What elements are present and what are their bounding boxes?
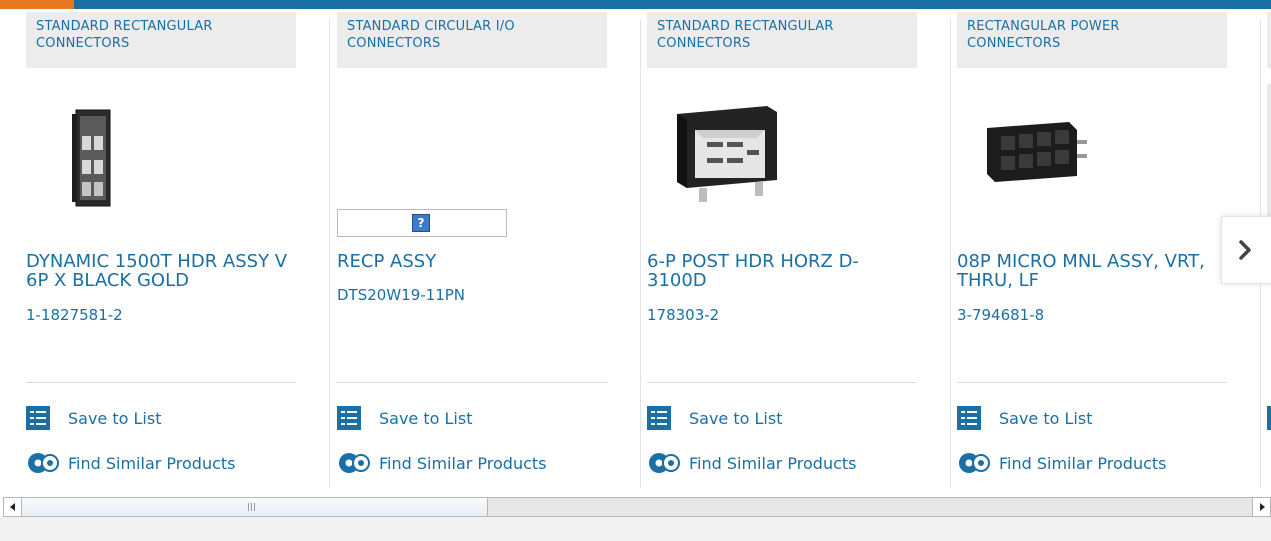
- find-similar-icon: [959, 453, 990, 473]
- save-label: Save to List: [379, 408, 473, 428]
- arrow-left-icon: [10, 503, 15, 511]
- scroll-right-button[interactable]: [1252, 498, 1270, 516]
- save-to-list-button[interactable]: Save to List: [647, 406, 782, 430]
- save-to-list-button[interactable]: [1267, 406, 1271, 430]
- top-accent-bar: [0, 0, 1271, 12]
- find-similar-label: Find Similar Products: [68, 453, 236, 473]
- scrollbar-thumb[interactable]: [22, 498, 488, 516]
- divider: [26, 382, 296, 383]
- product-carousel: STANDARD RECTANGULAR CONNECTORS DYNAMIC …: [0, 12, 1271, 488]
- product-category[interactable]: STANDARD RECTANGULAR CONNECTORS: [26, 12, 296, 68]
- save-to-list-button[interactable]: Save to List: [337, 406, 472, 430]
- product-category[interactable]: [1267, 12, 1271, 68]
- product-image[interactable]: [1267, 84, 1271, 220]
- product-title[interactable]: 08P MICRO MNL ASSY, VRT, THRU, LF: [957, 252, 1227, 290]
- save-label: Save to List: [999, 408, 1093, 428]
- product-category[interactable]: STANDARD CIRCULAR I/O CONNECTORS: [337, 12, 607, 68]
- part-number[interactable]: 178303-2: [647, 306, 719, 324]
- carousel-next-button[interactable]: [1221, 216, 1271, 284]
- save-to-list-button[interactable]: Save to List: [26, 406, 161, 430]
- part-number[interactable]: 3-794681-8: [957, 306, 1044, 324]
- save-to-list-button[interactable]: Save to List: [957, 406, 1092, 430]
- product-title[interactable]: RECP ASSY: [337, 252, 607, 271]
- product-card: STANDARD RECTANGULAR CONNECTORS DYNAMIC …: [26, 12, 330, 488]
- chevron-right-icon: [1239, 240, 1251, 260]
- divider: [957, 382, 1227, 383]
- find-similar-button[interactable]: Find Similar Products: [957, 451, 1167, 475]
- find-similar-button[interactable]: Find Similar Products: [26, 451, 236, 475]
- checklist-icon: [337, 406, 361, 430]
- product-card: STANDARD RECTANGULAR CONNECTORS 6-P POST…: [647, 12, 951, 488]
- product-image[interactable]: [647, 84, 917, 220]
- find-similar-label: Find Similar Products: [689, 453, 857, 473]
- checklist-icon: [647, 406, 671, 430]
- save-label: Save to List: [689, 408, 783, 428]
- find-similar-icon: [649, 453, 680, 473]
- product-category[interactable]: STANDARD RECTANGULAR CONNECTORS: [647, 12, 917, 68]
- part-number[interactable]: DTS20W19-11PN: [337, 286, 465, 304]
- arrow-right-icon: [1260, 503, 1265, 511]
- save-label: Save to List: [68, 408, 162, 428]
- product-category[interactable]: RECTANGULAR POWER CONNECTORS: [957, 12, 1227, 68]
- find-similar-label: Find Similar Products: [999, 453, 1167, 473]
- part-number[interactable]: 1-1827581-2: [26, 306, 123, 324]
- find-similar-icon: [339, 453, 370, 473]
- product-image[interactable]: ?: [337, 84, 607, 237]
- horizontal-scrollbar[interactable]: [3, 497, 1271, 517]
- divider: [337, 382, 607, 383]
- broken-image-placeholder: ?: [337, 209, 507, 237]
- find-similar-button[interactable]: Find Similar Products: [647, 451, 857, 475]
- product-title[interactable]: 6-P POST HDR HORZ D-3100D: [647, 252, 917, 290]
- product-card: STANDARD CIRCULAR I/O CONNECTORS ? RECP …: [337, 12, 641, 488]
- divider: [647, 382, 917, 383]
- checklist-icon: [26, 406, 50, 430]
- grip-icon: [248, 503, 256, 511]
- product-card: RECTANGULAR POWER CONNECTORS 08P MICRO M…: [957, 12, 1261, 488]
- checklist-icon: [957, 406, 981, 430]
- find-similar-icon: [28, 453, 59, 473]
- product-title[interactable]: DYNAMIC 1500T HDR ASSY V 6P X BLACK GOLD: [26, 252, 296, 290]
- product-image[interactable]: [26, 84, 296, 220]
- find-similar-button[interactable]: Find Similar Products: [337, 451, 547, 475]
- scroll-left-button[interactable]: [4, 498, 22, 516]
- question-mark-icon: ?: [412, 214, 430, 232]
- product-image[interactable]: [957, 84, 1227, 220]
- footer-area: [0, 517, 1271, 541]
- find-similar-label: Find Similar Products: [379, 453, 547, 473]
- checklist-icon: [1267, 406, 1271, 430]
